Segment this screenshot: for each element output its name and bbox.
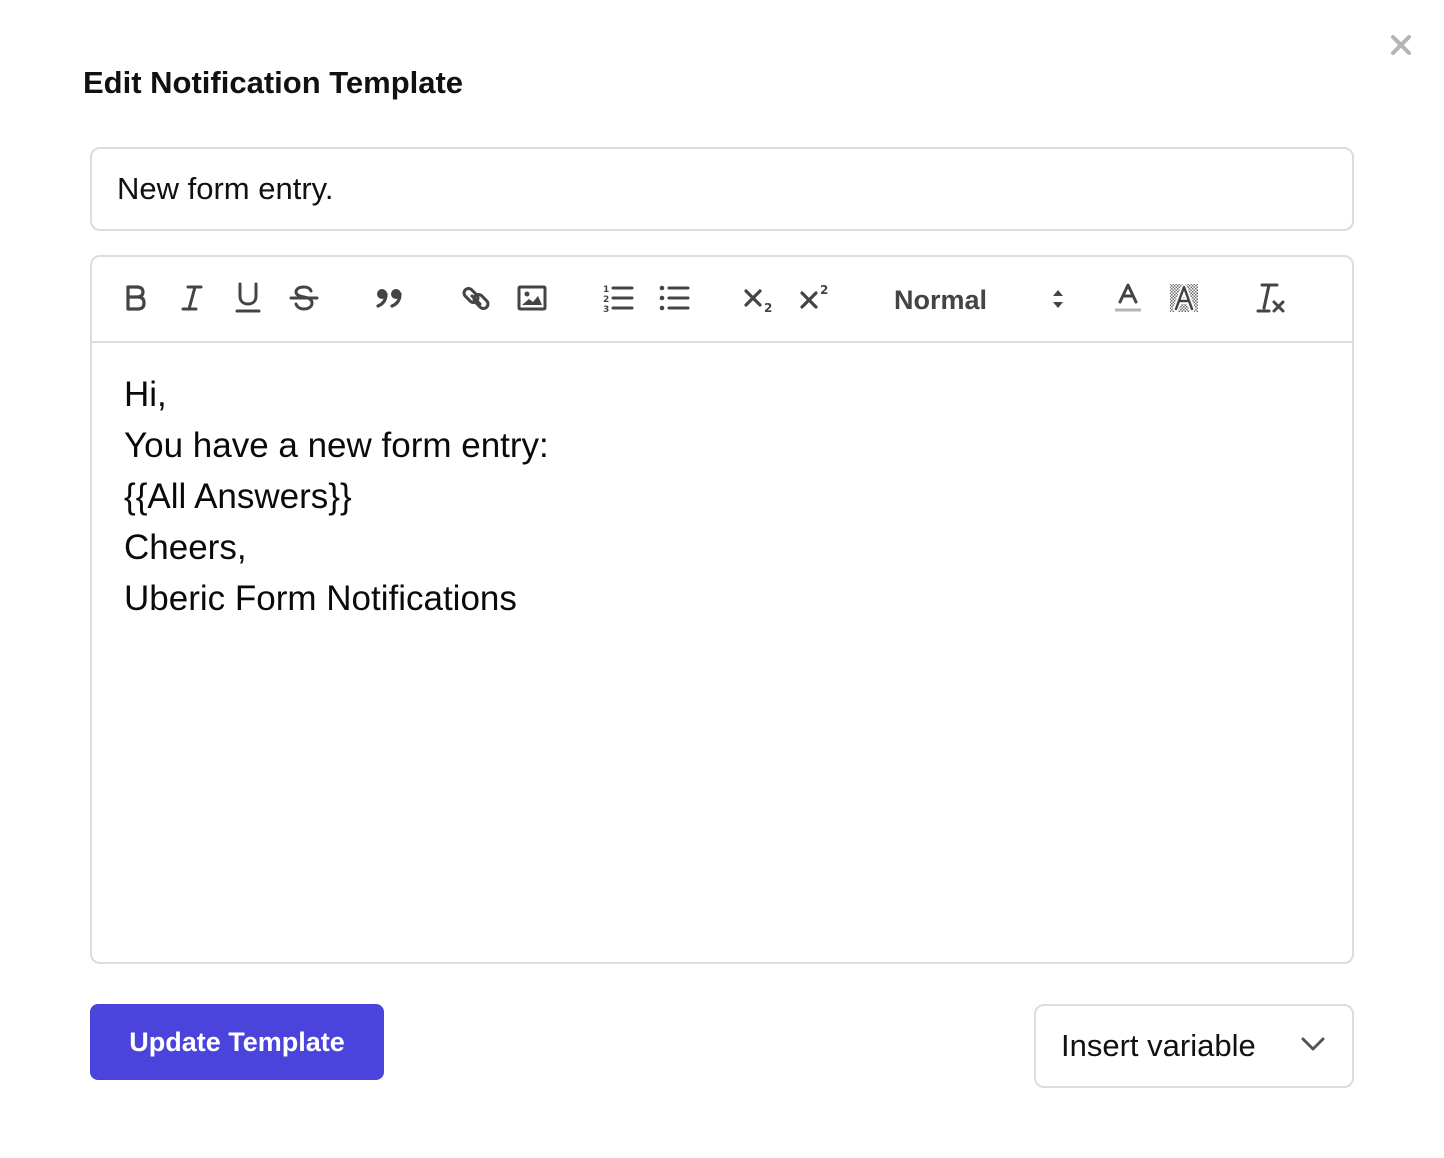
image-button[interactable] bbox=[512, 278, 552, 318]
bold-button[interactable] bbox=[116, 278, 156, 318]
italic-icon bbox=[181, 285, 203, 311]
link-button[interactable] bbox=[456, 278, 496, 318]
rich-text-editor: 1 2 3 2 2 Normal Hi, You have a new form… bbox=[90, 255, 1354, 964]
clear-formatting-icon bbox=[1256, 283, 1285, 313]
font-color-button[interactable] bbox=[1108, 278, 1148, 318]
bullet-list-button[interactable] bbox=[654, 278, 694, 318]
strikethrough-button[interactable] bbox=[284, 278, 324, 318]
highlight-color-icon bbox=[1170, 284, 1198, 312]
background-color-button[interactable] bbox=[1164, 278, 1204, 318]
update-template-button[interactable]: Update Template bbox=[90, 1004, 384, 1080]
bold-icon bbox=[126, 285, 146, 311]
body-line: {{All Answers}} bbox=[124, 477, 352, 516]
body-line: Hi, bbox=[124, 375, 167, 414]
subject-input[interactable]: New form entry. bbox=[90, 147, 1354, 231]
link-icon bbox=[462, 287, 490, 310]
quote-icon bbox=[376, 289, 402, 308]
underline-button[interactable] bbox=[228, 278, 268, 318]
strikethrough-icon bbox=[289, 285, 319, 311]
editor-content[interactable]: Hi, You have a new form entry: {{All Ans… bbox=[124, 369, 1322, 624]
modal-title: Edit Notification Template bbox=[83, 65, 464, 100]
svg-text:2: 2 bbox=[603, 295, 609, 305]
body-line: Uberic Form Notifications bbox=[124, 579, 517, 618]
subscript-button[interactable]: 2 bbox=[740, 278, 780, 318]
superscript-icon: 2 bbox=[800, 283, 828, 309]
body-line: Cheers, bbox=[124, 528, 247, 567]
clear-format-button[interactable] bbox=[1250, 278, 1290, 318]
ordered-list-button[interactable]: 1 2 3 bbox=[598, 278, 638, 318]
insert-variable-label: Insert variable bbox=[1061, 1028, 1256, 1063]
superscript-button[interactable]: 2 bbox=[796, 278, 836, 318]
ordered-list-icon: 1 2 3 bbox=[603, 285, 634, 313]
text-color-icon bbox=[1115, 283, 1141, 312]
subscript-icon: 2 bbox=[744, 289, 772, 313]
body-line: You have a new form entry: bbox=[124, 426, 549, 465]
editor-toolbar: 1 2 3 2 2 Normal bbox=[92, 257, 1352, 343]
image-icon bbox=[517, 285, 547, 311]
close-button[interactable] bbox=[1384, 28, 1418, 62]
bullet-list-icon bbox=[659, 285, 690, 311]
svg-text:2: 2 bbox=[764, 301, 772, 313]
underline-icon bbox=[235, 282, 261, 313]
font-size-select[interactable]: Normal bbox=[894, 278, 1066, 322]
blockquote-button[interactable] bbox=[370, 278, 410, 318]
svg-text:1: 1 bbox=[603, 285, 609, 295]
close-icon bbox=[1391, 35, 1411, 55]
insert-variable-select[interactable]: Insert variable bbox=[1034, 1004, 1354, 1088]
italic-button[interactable] bbox=[172, 278, 212, 318]
font-size-selected: Normal bbox=[894, 285, 988, 315]
svg-text:2: 2 bbox=[820, 283, 828, 297]
edit-template-modal: Edit Notification Template New form entr… bbox=[0, 0, 1444, 1158]
svg-text:3: 3 bbox=[603, 305, 609, 313]
chevron-down-icon bbox=[1301, 1037, 1325, 1051]
select-arrows-icon bbox=[1053, 290, 1063, 308]
